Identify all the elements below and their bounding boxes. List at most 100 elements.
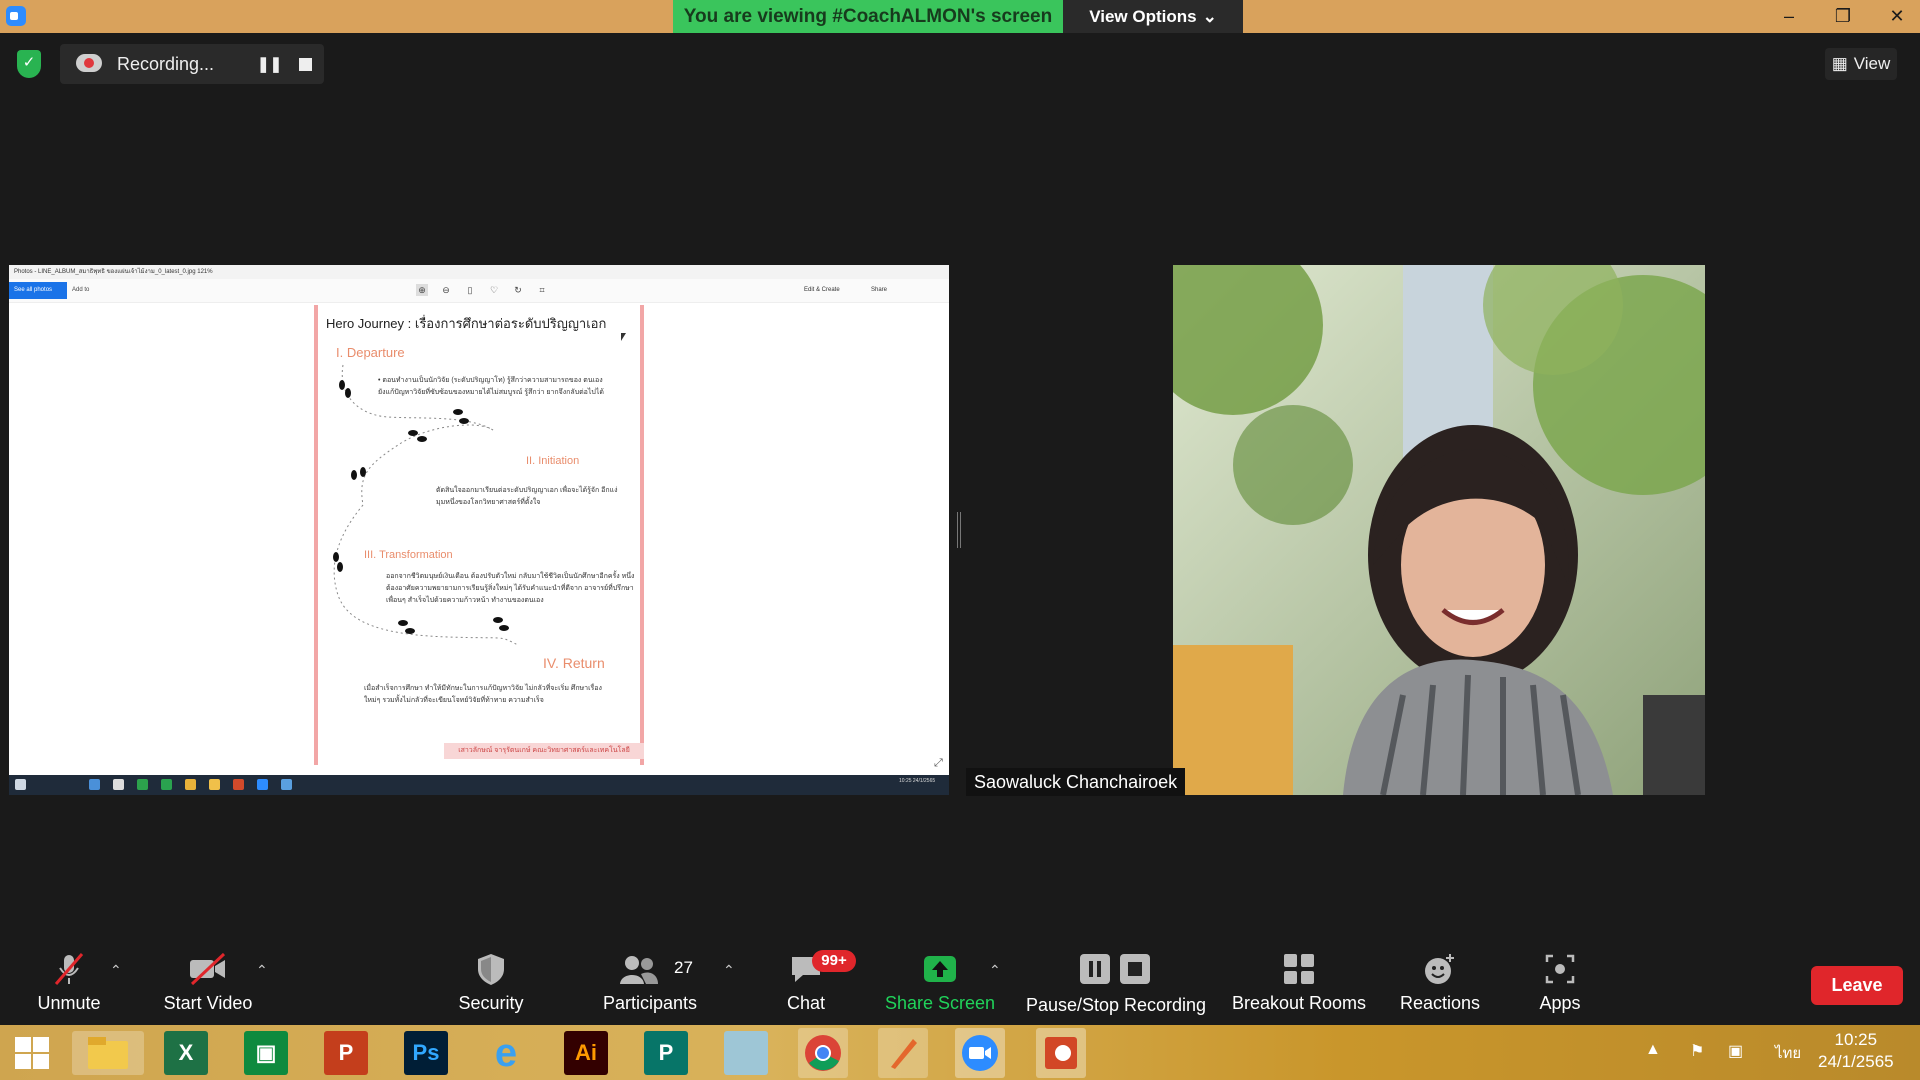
leave-button[interactable]: Leave [1811, 966, 1903, 1005]
mouse-cursor-icon [621, 333, 626, 341]
breakout-rooms-label: Breakout Rooms [1231, 993, 1367, 1013]
view-label: View [1853, 54, 1891, 73]
section-departure: I. Departure [336, 345, 405, 360]
start-icon [15, 779, 26, 790]
windows-taskbar: X ▣ P Ps e Ai P ▲ ⚑ ▣ ไทย 10:25 24/1/256… [0, 1025, 1920, 1080]
section-transformation: III. Transformation [364, 549, 453, 561]
view-options-button[interactable]: View Options ⌄ [1063, 0, 1243, 33]
zoom-out-icon[interactable]: ⊖ [440, 284, 452, 296]
shared-windows-taskbar: 10:25 24/1/2565 [9, 775, 949, 795]
breakout-rooms-button[interactable]: Breakout Rooms [1228, 940, 1370, 1025]
section-initiation-text: ตัดสินใจออกมาเรียนต่อระดับปริญญาเอก เพื่… [436, 487, 618, 506]
app-icon [281, 779, 292, 790]
edit-create-button[interactable]: Edit & Create [804, 282, 840, 299]
network-icon[interactable]: ▣ [1728, 1041, 1743, 1061]
muted-microphone-icon [52, 952, 86, 986]
pause-stop-icon [1078, 952, 1154, 986]
breakout-rooms-icon [1282, 952, 1316, 986]
see-all-photos-button[interactable]: See all photos [9, 282, 67, 299]
crop-icon[interactable]: ⌗ [536, 284, 548, 296]
participant-video [1173, 265, 1705, 795]
pause-stop-recording-label: Pause/Stop Recording [1025, 995, 1207, 1015]
share-options-chevron-icon[interactable]: ⌃ [989, 962, 1001, 979]
unmute-button[interactable]: Unmute [20, 940, 118, 1025]
app-icon [89, 779, 100, 790]
app-icon [185, 779, 196, 790]
input-language[interactable]: ไทย [1775, 1041, 1801, 1065]
participant-name-label: Saowaluck Chanchairoek [966, 768, 1186, 796]
panel-resize-handle[interactable] [957, 512, 961, 548]
shared-screen: Photos - LINE_ALBUM_สมาธิพุทธิ ของแผ่นเจ… [9, 265, 949, 795]
photos-toolbar: See all photos Add to ⊕ ⊖ ▯ ♡ ↻ ⌗ Edit &… [9, 279, 949, 303]
system-clock[interactable]: 10:25 24/1/2565 [1818, 1029, 1894, 1073]
participant-video-image [1173, 265, 1705, 795]
apps-button[interactable]: Apps [1530, 940, 1590, 1025]
clock-time: 10:25 [1834, 1030, 1878, 1049]
action-center-flag-icon[interactable]: ⚑ [1690, 1041, 1704, 1061]
paint-icon[interactable] [878, 1028, 928, 1078]
pause-stop-recording-button[interactable]: Pause/Stop Recording [1020, 940, 1212, 1025]
reactions-label: Reactions [1399, 993, 1481, 1013]
favorite-icon[interactable]: ♡ [488, 284, 500, 296]
app-icon [233, 779, 244, 790]
internet-explorer-icon[interactable]: e [484, 1031, 528, 1075]
show-hidden-icons[interactable]: ▲ [1645, 1041, 1661, 1059]
add-to-button[interactable]: Add to [72, 282, 89, 299]
clock-date: 24/1/2565 [1818, 1052, 1894, 1071]
app-icon [257, 779, 268, 790]
participants-count: 27 [674, 958, 693, 977]
participants-options-chevron-icon[interactable]: ⌃ [723, 962, 735, 979]
hero-journey-document: Hero Journey : เรื่องการศึกษาต่อระดับปริ… [314, 305, 644, 765]
notes-icon[interactable] [724, 1031, 768, 1075]
close-button[interactable]: ✕ [1870, 0, 1920, 33]
pause-recording-icon[interactable]: ❚❚ [257, 55, 282, 73]
file-explorer-icon[interactable] [72, 1031, 144, 1075]
section-return: IV. Return [543, 655, 605, 671]
app-icon [161, 779, 172, 790]
participants-button[interactable]: 27 Participants [595, 940, 705, 1025]
encryption-shield-icon[interactable]: ✓ [17, 50, 41, 78]
view-options-label: View Options [1089, 6, 1197, 26]
stop-recording-icon[interactable] [299, 58, 312, 71]
chevron-down-icon: ⌄ [1202, 6, 1217, 26]
windows-start-icon[interactable] [10, 1031, 54, 1075]
security-button[interactable]: Security [451, 940, 531, 1025]
section-departure-text: • ตอนทำงานเป็นนักวิจัย (ระดับปริญญาโท) ร… [378, 377, 604, 396]
powerpoint-slideshow-icon[interactable] [1036, 1028, 1086, 1078]
grid-icon: ▦ [1831, 54, 1848, 73]
maximize-button[interactable]: ❐ [1816, 0, 1870, 33]
zoom-in-icon[interactable]: ⊕ [416, 284, 428, 296]
view-button[interactable]: ▦ View [1825, 48, 1897, 80]
reactions-button[interactable]: Reactions [1390, 940, 1490, 1025]
store-icon[interactable]: ▣ [244, 1031, 288, 1075]
minimize-button[interactable]: – [1762, 0, 1816, 33]
start-video-button[interactable]: Start Video [158, 940, 258, 1025]
illustrator-icon[interactable]: Ai [564, 1031, 608, 1075]
window-title-bar: You are viewing #CoachALMON's screen Vie… [0, 0, 1920, 33]
rotate-icon[interactable]: ↻ [512, 284, 524, 296]
shared-clock: 10:25 24/1/2565 [899, 778, 936, 784]
powerpoint-icon[interactable]: P [324, 1031, 368, 1075]
zoom-taskbar-icon[interactable] [955, 1028, 1005, 1078]
audio-options-chevron-icon[interactable]: ⌃ [110, 962, 122, 979]
expand-icon[interactable]: ⤢ [934, 757, 943, 770]
share-button[interactable]: Share [871, 282, 887, 299]
chat-unread-badge: 99+ [812, 950, 856, 972]
share-screen-button[interactable]: Share Screen [880, 940, 1000, 1025]
participants-label: Participants [602, 993, 698, 1013]
photos-title-bar: Photos - LINE_ALBUM_สมาธิพุทธิ ของแผ่นเจ… [9, 265, 949, 279]
start-video-label: Start Video [163, 993, 253, 1013]
publisher-icon[interactable]: P [644, 1031, 688, 1075]
excel-icon[interactable]: X [164, 1031, 208, 1075]
photoshop-icon[interactable]: Ps [404, 1031, 448, 1075]
video-off-icon [188, 952, 228, 986]
chrome-icon[interactable] [798, 1028, 848, 1078]
reactions-icon [1423, 952, 1457, 986]
delete-icon[interactable]: ▯ [464, 284, 476, 296]
video-options-chevron-icon[interactable]: ⌃ [256, 962, 268, 979]
security-shield-icon [476, 952, 506, 986]
document-footer: เสาวลักษณ์ จารุรัตนเกษ์ คณะวิทยาศาสตร์แล… [444, 743, 644, 759]
viewing-banner: You are viewing #CoachALMON's screen [673, 0, 1063, 33]
app-icon [209, 779, 220, 790]
participants-icon [619, 952, 659, 986]
